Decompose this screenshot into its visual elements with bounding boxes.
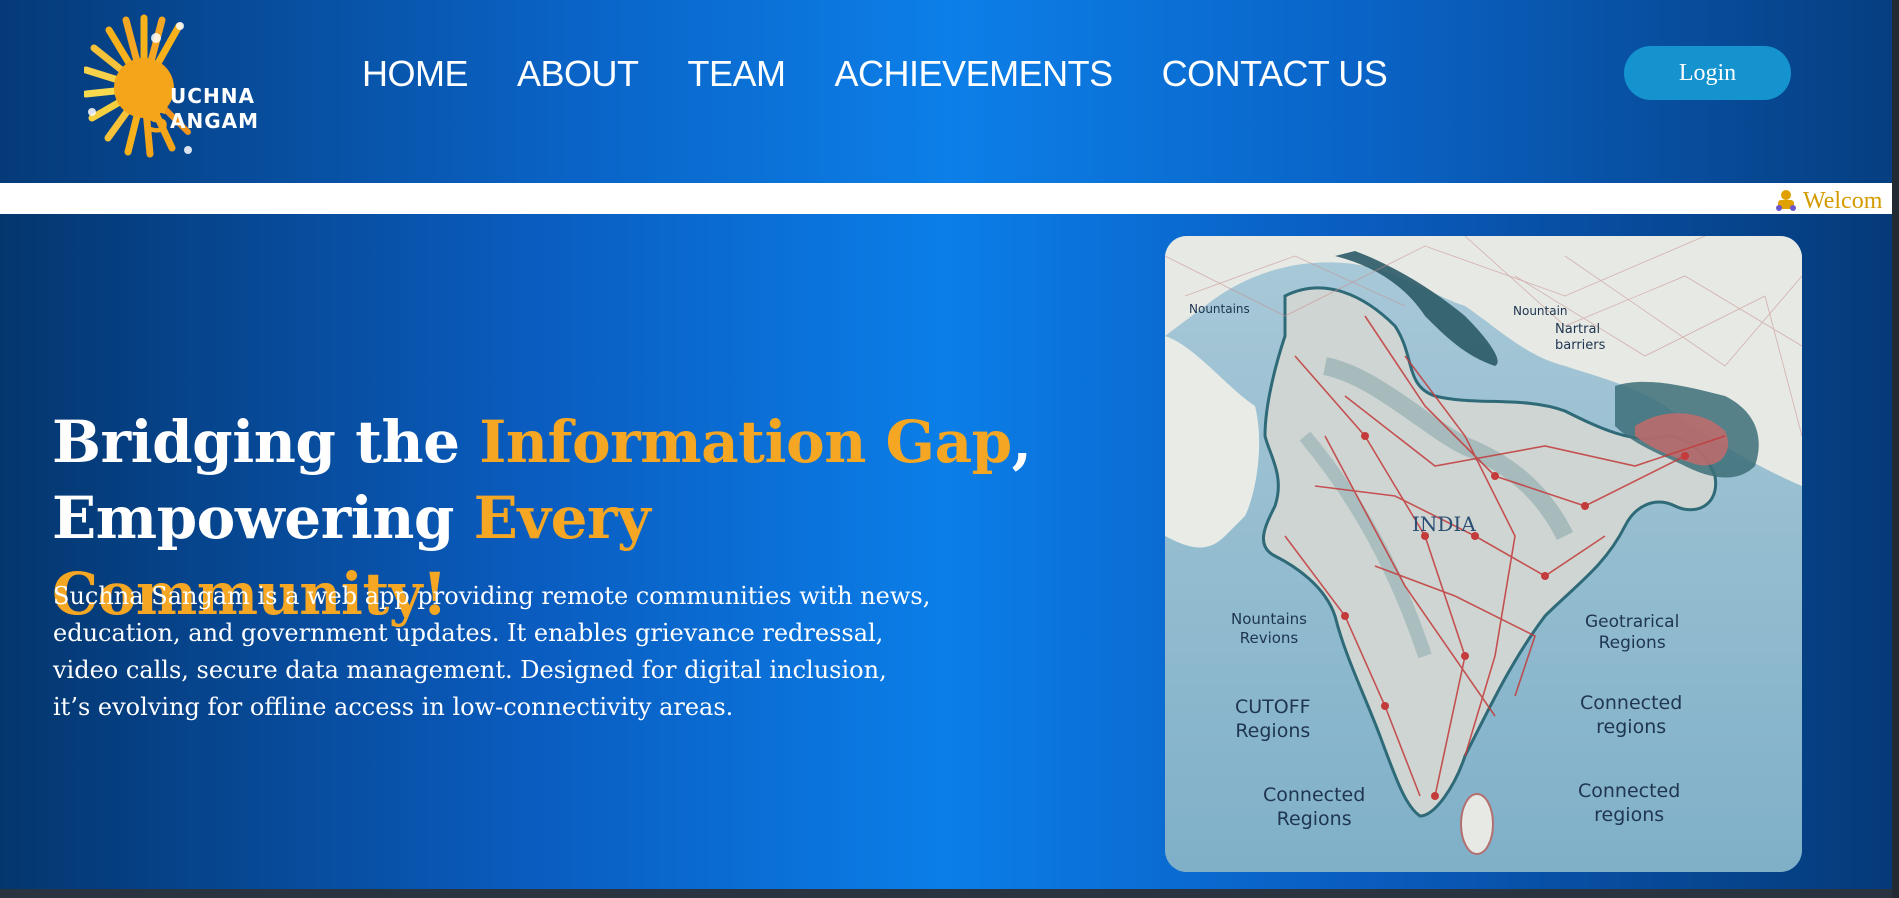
map-label-line: CUTOFF	[1235, 696, 1311, 718]
map-label-line: Regions	[1598, 633, 1666, 654]
hero-description: Suchna Sangam is a web app providing rem…	[53, 578, 953, 726]
marquee-content: Welcom	[1775, 186, 1882, 214]
hero-title-accent1: Information Gap	[479, 408, 1012, 476]
map-label-line: Connected	[1580, 692, 1683, 714]
map-label-line: Revions	[1239, 628, 1299, 647]
brand-name-line2: ANGAM	[170, 109, 260, 133]
nav-about[interactable]: ABOUT	[517, 52, 639, 102]
hero-description-line: video calls, secure data management. Des…	[53, 656, 887, 684]
map-label-right-mid: Geotrarical Regions	[1585, 612, 1679, 655]
nav-team[interactable]: TEAM	[688, 52, 787, 102]
map-label-line: Regions	[1235, 719, 1311, 742]
hero-description-line: it’s evolving for offline access in low-…	[53, 693, 734, 721]
person-icon	[1776, 190, 1796, 211]
india-connectivity-map: INDIA Nountains Nountain Nartral barrier…	[1165, 236, 1802, 872]
window-right-edge	[1892, 0, 1899, 898]
nav-home[interactable]: HOME	[362, 52, 469, 102]
main-nav: HOME ABOUT TEAM ACHIEVEMENTS CONTACT US	[362, 52, 1436, 102]
hero-title-part3: Empowering	[52, 484, 474, 552]
map-label-top-right: Nartral barriers	[1555, 322, 1605, 355]
map-label-line: barriers	[1555, 338, 1606, 354]
map-label-line: Regions	[1276, 807, 1352, 830]
map-label-line: regions	[1594, 803, 1665, 826]
map-label-line: Connected	[1263, 784, 1366, 806]
marquee-text: Welcom	[1803, 188, 1883, 214]
nav-achievements[interactable]: ACHIEVEMENTS	[835, 52, 1114, 102]
map-illustration	[1165, 236, 1802, 872]
hero-description-line: education, and government updates. It en…	[53, 619, 884, 647]
nav-contact-us[interactable]: CONTACT US	[1162, 52, 1388, 102]
map-label-left-mid: Nountains Revions	[1231, 610, 1307, 648]
hero-description-line: Suchna Sangam is a web app providing rem…	[53, 582, 931, 610]
hero-title-part2: ,	[1011, 408, 1032, 476]
map-label-line: Nountains	[1231, 610, 1307, 628]
page-bottom-edge	[0, 889, 1899, 898]
map-label-line: Geotrarical	[1585, 612, 1680, 632]
announcement-marquee: Welcom	[0, 183, 1892, 214]
map-label-line: Connected	[1578, 780, 1681, 802]
map-label-connected-left: Connected Regions	[1263, 784, 1365, 832]
login-button[interactable]: Login	[1624, 46, 1791, 100]
map-label-line: regions	[1596, 715, 1667, 738]
map-label-connected-right-2: Connected regions	[1578, 780, 1680, 828]
site-header: SUCHNA SANGAM HOME ABOUT TEAM ACHIEVEMEN…	[0, 0, 1899, 183]
map-label-india: INDIA	[1412, 512, 1476, 536]
brand-initial-2: S	[146, 102, 171, 140]
map-label-top-left: Nountains	[1189, 302, 1250, 316]
map-label-top-right-1: Nountain	[1513, 304, 1568, 318]
brand-logo[interactable]: SUCHNA SANGAM	[84, 8, 284, 160]
map-label-connected-right-1: Connected regions	[1580, 692, 1682, 740]
map-label-line: Nartral	[1555, 322, 1601, 337]
hero-title-part1: Bridging the	[52, 408, 480, 476]
map-label-cutoff: CUTOFF Regions	[1235, 696, 1311, 744]
